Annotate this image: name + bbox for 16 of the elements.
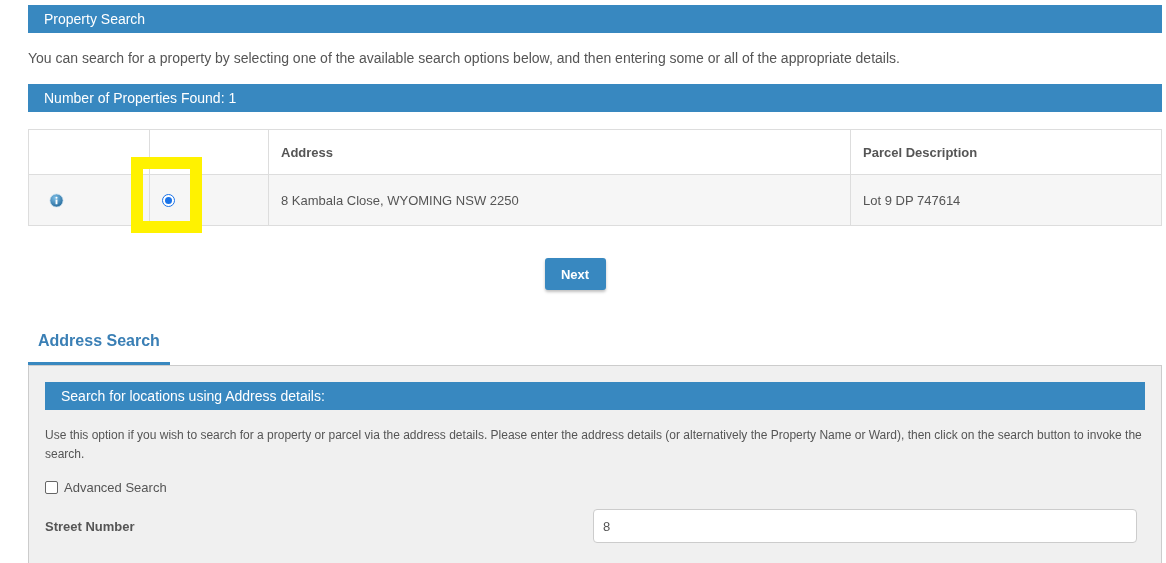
radio-button[interactable] — [162, 193, 175, 207]
intro-text: You can search for a property by selecting one of the available search options below, and then entering some or all of the appropriate details. — [28, 50, 901, 66]
next-button[interactable]: Next — [544, 258, 606, 290]
table-cell: Lot 9 DP 747614 — [850, 174, 1162, 226]
panel-header: Search for locations using Address details: — [45, 382, 1145, 410]
description-text: Use this option if you wish to search for a property or parcel via the address details. Please enter the address details (or alternatively the Property Name or Ward), then click on the search button to invoke the search. — [45, 427, 1143, 463]
checkbox[interactable] — [45, 481, 58, 494]
column-header: Address — [268, 129, 851, 175]
checkbox-label: Advanced Search — [64, 480, 167, 495]
info-icon[interactable] — [49, 192, 64, 208]
input-field[interactable]: 8 — [593, 509, 1137, 543]
table-cell: 8 Kambala Close, WYOMING NSW 2250 — [268, 174, 851, 226]
results-header: Number of Properties Found: 1 — [28, 84, 1162, 112]
column-header: Parcel Description — [850, 129, 1162, 175]
field-label: Street Number — [45, 518, 136, 534]
section-header: Property Search — [28, 5, 1162, 33]
